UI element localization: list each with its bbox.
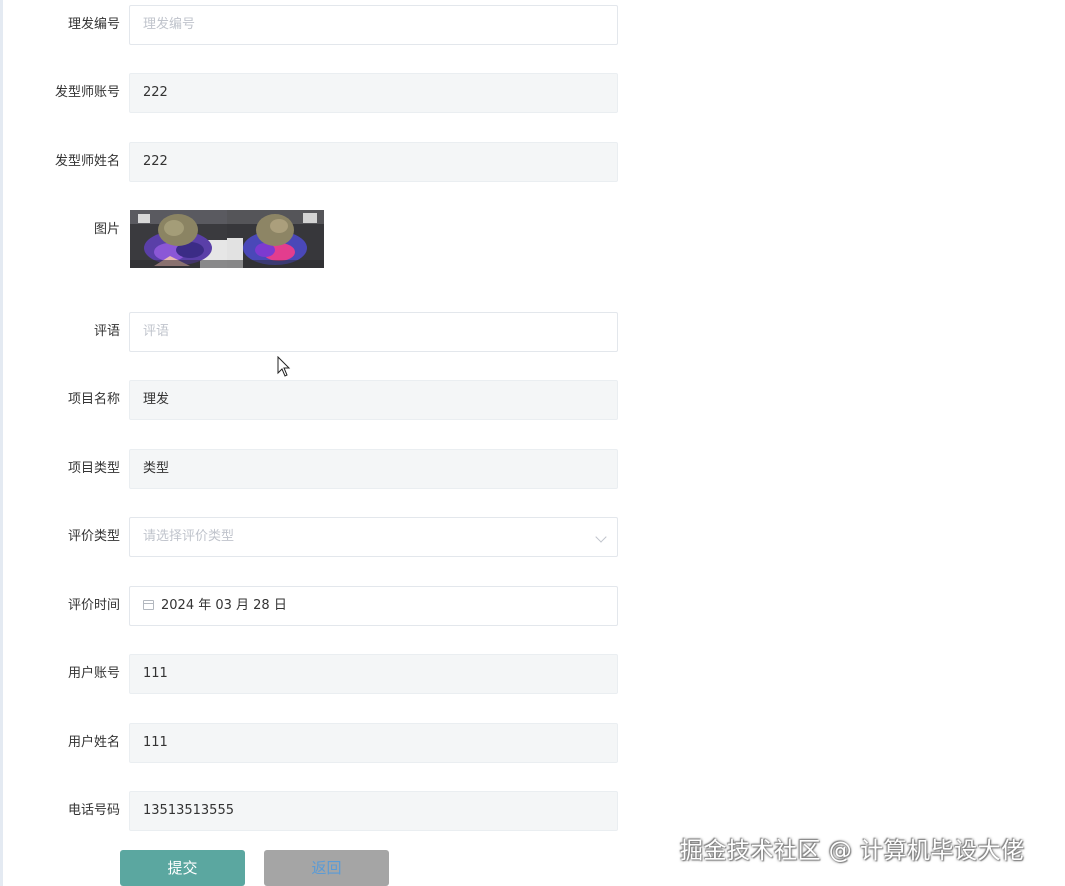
calendar-icon bbox=[143, 599, 154, 610]
label-phone: 电话号码 bbox=[67, 803, 120, 818]
label-stylist-account: 发型师账号 bbox=[54, 85, 120, 100]
row-user-account: 用户账号 111 bbox=[0, 654, 640, 694]
hair-photo-1[interactable] bbox=[130, 210, 227, 268]
label-user-account: 用户账号 bbox=[67, 666, 120, 681]
review-type-select[interactable]: 请选择评价类型 bbox=[129, 517, 618, 557]
user-account-input[interactable]: 111 bbox=[129, 654, 618, 694]
watermark: 掘金技术社区 @ 计算机毕设大佬 bbox=[680, 838, 1025, 864]
phone-input[interactable]: 13513513555 bbox=[129, 791, 618, 831]
row-haircut-id: 理发编号 理发编号 bbox=[0, 5, 640, 45]
row-stylist-account: 发型师账号 222 bbox=[0, 73, 640, 113]
page: 理发编号 理发编号 发型师账号 222 发型师姓名 222 图片 评语 评语 项… bbox=[0, 0, 1065, 886]
hair-photo-2[interactable] bbox=[227, 210, 324, 268]
review-type-placeholder: 请选择评价类型 bbox=[143, 529, 235, 544]
photo-list bbox=[130, 210, 324, 268]
row-phone: 电话号码 13513513555 bbox=[0, 791, 640, 831]
project-name-input[interactable]: 理发 bbox=[129, 380, 618, 420]
label-stylist-name: 发型师姓名 bbox=[54, 154, 120, 169]
chevron-down-icon[interactable] bbox=[595, 531, 607, 543]
label-project-type: 项目类型 bbox=[67, 461, 120, 476]
label-comment: 评语 bbox=[93, 324, 120, 339]
user-name-input[interactable]: 111 bbox=[129, 723, 618, 763]
stylist-name-input[interactable]: 222 bbox=[129, 142, 618, 182]
label-photos: 图片 bbox=[93, 222, 120, 237]
stylist-account-input[interactable]: 222 bbox=[129, 73, 618, 113]
label-review-time: 评价时间 bbox=[67, 598, 120, 613]
row-stylist-name: 发型师姓名 222 bbox=[0, 142, 640, 182]
review-time-picker[interactable]: 2024 年 03 月 28 日 bbox=[129, 586, 618, 626]
label-project-name: 项目名称 bbox=[67, 392, 120, 407]
label-user-name: 用户姓名 bbox=[67, 735, 120, 750]
back-button[interactable]: 返回 bbox=[264, 850, 389, 886]
haircut-id-input[interactable]: 理发编号 bbox=[129, 5, 618, 45]
row-project-name: 项目名称 理发 bbox=[0, 380, 640, 420]
row-review-type: 评价类型 请选择评价类型 bbox=[0, 517, 640, 557]
row-review-time: 评价时间 2024 年 03 月 28 日 bbox=[0, 586, 640, 626]
label-haircut-id: 理发编号 bbox=[67, 17, 120, 32]
review-time-value: 2024 年 03 月 28 日 bbox=[161, 598, 287, 613]
mouse-cursor-icon bbox=[277, 356, 291, 377]
submit-button[interactable]: 提交 bbox=[120, 850, 245, 886]
project-type-input[interactable]: 类型 bbox=[129, 449, 618, 489]
comment-input[interactable]: 评语 bbox=[129, 312, 618, 352]
label-review-type: 评价类型 bbox=[67, 529, 120, 544]
row-project-type: 项目类型 类型 bbox=[0, 449, 640, 489]
row-user-name: 用户姓名 111 bbox=[0, 723, 640, 763]
row-comment: 评语 评语 bbox=[0, 312, 640, 352]
